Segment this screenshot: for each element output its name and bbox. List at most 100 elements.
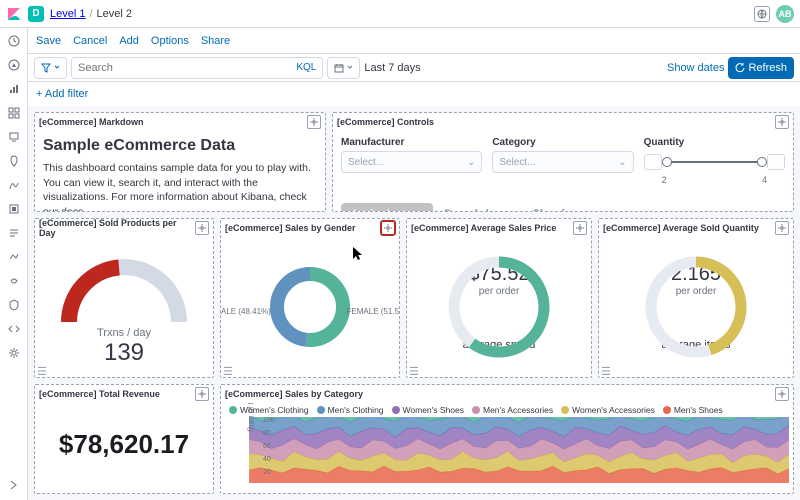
show-dates-link[interactable]: Show dates [667, 62, 724, 74]
save-link[interactable]: Save [36, 35, 61, 47]
nav-visualize-icon[interactable] [7, 82, 21, 96]
panel-legend-icon[interactable]: ☰ [409, 365, 419, 375]
donut-label-female: FEMALE (51.5 [347, 307, 399, 316]
legend-item[interactable]: Women's Clothing [229, 405, 309, 415]
quantity-min-input[interactable] [644, 154, 662, 170]
panel-gear-icon[interactable] [195, 387, 209, 401]
panel-markdown[interactable]: [eCommerce] Markdown Sample eCommerce Da… [34, 112, 326, 212]
legend-item[interactable]: Men's Clothing [317, 405, 384, 415]
filter-icon [41, 63, 51, 73]
donut-label-male: ALE (48.41%) [221, 307, 271, 316]
panel-title: [eCommerce] Sold Products per Day [39, 218, 195, 238]
panel-title: [eCommerce] Markdown [39, 117, 144, 127]
nav-canvas-icon[interactable] [7, 130, 21, 144]
panel-gear-icon[interactable] [775, 387, 789, 401]
add-link[interactable]: Add [119, 35, 139, 47]
legend-item[interactable]: Women's Accessories [561, 405, 655, 415]
markdown-body: This dashboard contains sample data for … [43, 161, 317, 211]
gauge-value: 139 [104, 339, 144, 367]
dashboard-canvas: [eCommerce] Markdown Sample eCommerce Da… [28, 106, 800, 500]
search-input-wrapper[interactable]: KQL [71, 57, 323, 79]
panel-gear-icon[interactable] [195, 221, 209, 235]
panel-legend-icon[interactable]: ☰ [601, 365, 611, 375]
category-select[interactable]: Select...⌄ [492, 151, 633, 173]
slider-handle-min[interactable] [662, 157, 672, 167]
panel-gear-icon[interactable] [775, 115, 789, 129]
donut-chart [265, 262, 355, 352]
clear-form-button[interactable]: Clear form [532, 203, 583, 211]
panel-gear-icon[interactable] [307, 115, 321, 129]
kql-badge[interactable]: KQL [296, 62, 316, 73]
nav-devtools-icon[interactable] [7, 322, 21, 336]
breadcrumb-level-1[interactable]: Level 1 [50, 8, 85, 20]
nav-uptime-icon[interactable] [7, 274, 21, 288]
quantity-max-input[interactable] [767, 154, 785, 170]
chevron-down-icon [347, 65, 353, 71]
panel-avg-price[interactable]: [eCommerce] Average Sales Price $75.52 p… [406, 218, 592, 378]
revenue-value: $78,620.17 [43, 429, 205, 460]
docs-link[interactable]: docs [61, 206, 83, 211]
apply-changes-button[interactable]: Apply changes [341, 203, 433, 211]
quantity-label: Quantity [644, 137, 785, 148]
date-picker-button[interactable] [327, 57, 360, 79]
legend-item[interactable]: Women's Shoes [392, 405, 464, 415]
add-filter-link[interactable]: + Add filter [36, 88, 88, 100]
category-legend: Women's Clothing Men's Clothing Women's Sh… [225, 403, 789, 417]
nav-logs-icon[interactable] [7, 226, 21, 240]
panel-legend-icon[interactable]: ☰ [37, 365, 47, 375]
panel-gear-icon[interactable] [573, 221, 587, 235]
side-nav [0, 28, 28, 500]
panel-title: [eCommerce] Average Sold Quantity [603, 223, 759, 233]
kibana-logo-icon[interactable] [6, 6, 22, 22]
panel-title: [eCommerce] Average Sales Price [411, 223, 556, 233]
nav-apm-icon[interactable] [7, 250, 21, 264]
panel-controls[interactable]: [eCommerce] Controls Manufacturer Select… [332, 112, 794, 212]
panel-sales-gender[interactable]: [eCommerce] Sales by Gender ALE (48.41%)… [220, 218, 400, 378]
quantity-slider[interactable] [644, 151, 785, 173]
gauge-label: Trxns / day [97, 327, 151, 339]
legend-item[interactable]: Men's Accessories [472, 405, 553, 415]
share-link[interactable]: Share [201, 35, 230, 47]
panel-total-revenue[interactable]: [eCommerce] Total Revenue $78,620.17 [34, 384, 214, 494]
user-avatar[interactable]: AB [776, 5, 794, 23]
nav-recent-icon[interactable] [7, 34, 21, 48]
newsfeed-icon[interactable] [754, 6, 770, 22]
legend-item[interactable]: Men's Shoes [663, 405, 723, 415]
cancel-link[interactable]: Cancel [73, 35, 107, 47]
panel-gear-icon[interactable] [775, 221, 789, 235]
panel-legend-icon[interactable]: ☰ [223, 365, 233, 375]
manufacturer-select[interactable]: Select...⌄ [341, 151, 482, 173]
cancel-changes-button[interactable]: Cancel changes [443, 203, 522, 211]
nav-maps-icon[interactable] [7, 154, 21, 168]
nav-siem-icon[interactable] [7, 298, 21, 312]
panel-title: [eCommerce] Sales by Gender [225, 223, 356, 233]
nav-ml-icon[interactable] [7, 178, 21, 192]
y-tick: 60 [263, 443, 271, 450]
nav-dashboard-icon[interactable] [7, 106, 21, 120]
app-badge[interactable]: D [28, 6, 44, 22]
topbar: D Level 1 / Level 2 AB [0, 0, 800, 28]
y-axis-label: Sum of total_quantity [247, 403, 256, 432]
date-range-text[interactable]: Last 7 days [364, 62, 420, 74]
chevron-down-icon [54, 65, 60, 71]
chevron-down-icon: ⌄ [618, 157, 626, 168]
nav-expand-icon[interactable] [7, 478, 21, 492]
panel-title: [eCommerce] Total Revenue [39, 389, 160, 399]
y-tick: 20 [263, 469, 271, 476]
refresh-button[interactable]: Refresh [728, 57, 794, 79]
panel-gear-icon[interactable] [381, 221, 395, 235]
action-bar: Save Cancel Add Options Share [28, 28, 800, 54]
search-input[interactable] [78, 62, 292, 74]
nav-management-icon[interactable] [7, 346, 21, 360]
panel-sold-products[interactable]: [eCommerce] Sold Products per Day Trxns … [34, 218, 214, 378]
nav-discover-icon[interactable] [7, 58, 21, 72]
cursor-icon [353, 247, 363, 261]
breadcrumb: Level 1 / Level 2 [50, 8, 132, 20]
panel-avg-qty[interactable]: [eCommerce] Average Sold Quantity 2.165 … [598, 218, 794, 378]
options-link[interactable]: Options [151, 35, 189, 47]
panel-sales-category[interactable]: [eCommerce] Sales by Category Women's Cl… [220, 384, 794, 494]
slider-handle-max[interactable] [757, 157, 767, 167]
filter-toggle-button[interactable] [34, 57, 67, 79]
y-tick: 80 [263, 430, 271, 437]
nav-metrics-icon[interactable] [7, 202, 21, 216]
